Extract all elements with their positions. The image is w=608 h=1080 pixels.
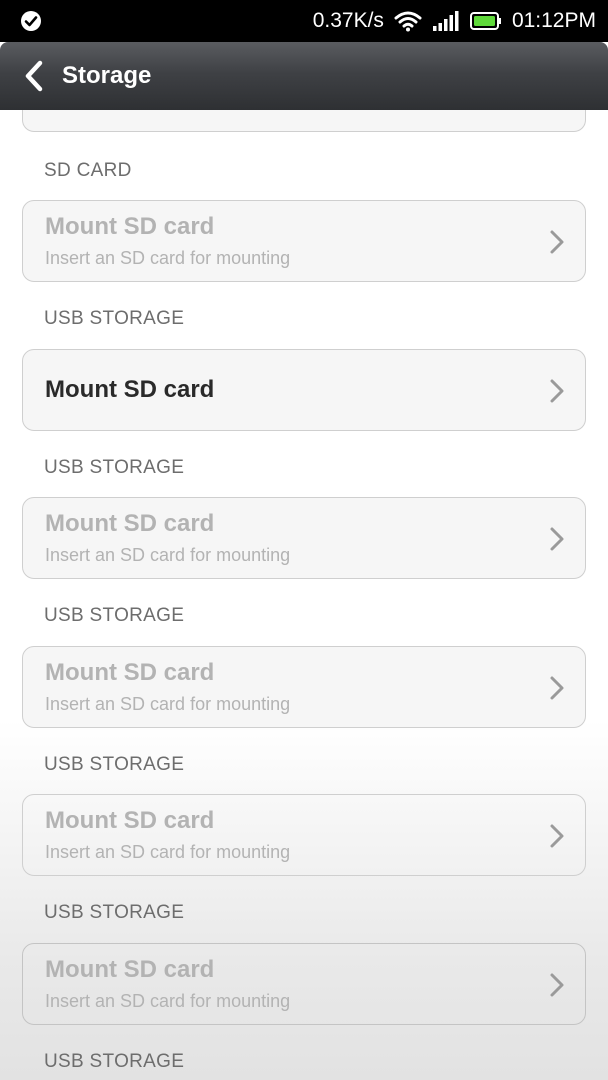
section-label-usb-storage: USB STORAGE xyxy=(44,308,185,329)
item-subtitle: Insert an SD card for mounting xyxy=(45,991,291,1011)
wifi-icon xyxy=(394,11,422,32)
item-subtitle: Insert an SD card for mounting xyxy=(45,694,291,714)
item-title: Mount SD card xyxy=(45,659,215,686)
check-circle-icon xyxy=(21,11,41,31)
chevron-right-icon xyxy=(550,379,564,403)
section-label-usb-storage: USB STORAGE xyxy=(44,902,185,923)
storage-list[interactable]: SD CARD Mount SD card Insert an SD card … xyxy=(0,110,608,1080)
section-label-usb-storage: USB STORAGE xyxy=(44,605,185,626)
mount-sd-card-item[interactable]: Mount SD card Insert an SD card for moun… xyxy=(22,200,586,282)
item-title: Mount SD card xyxy=(45,376,215,403)
status-bar: 0.37K/s 01:12PM xyxy=(0,0,608,42)
section-label-usb-storage: USB STORAGE xyxy=(44,1051,185,1072)
network-speed: 0.37K/s xyxy=(312,9,384,32)
chevron-right-icon xyxy=(550,676,564,700)
mount-sd-card-item[interactable]: Mount SD card xyxy=(22,349,586,431)
item-subtitle: Insert an SD card for mounting xyxy=(45,842,291,862)
section-label-sd-card: SD CARD xyxy=(44,160,132,181)
mount-sd-card-item[interactable]: Mount SD card Insert an SD card for moun… xyxy=(22,794,586,876)
mount-sd-card-item[interactable]: Mount SD card Insert an SD card for moun… xyxy=(22,646,586,728)
item-subtitle: Insert an SD card for mounting xyxy=(45,545,291,565)
item-title: Mount SD card xyxy=(45,807,215,834)
page-title: Storage xyxy=(62,62,152,89)
item-title: Mount SD card xyxy=(45,213,215,240)
app-header: Storage xyxy=(0,42,608,110)
signal-icon xyxy=(432,11,459,31)
section-label-usb-storage: USB STORAGE xyxy=(44,754,185,775)
list-item-partial[interactable] xyxy=(22,110,586,132)
chevron-right-icon xyxy=(550,824,564,848)
item-subtitle: Insert an SD card for mounting xyxy=(45,248,291,268)
back-button[interactable] xyxy=(16,54,52,98)
section-label-usb-storage: USB STORAGE xyxy=(44,457,185,478)
mount-sd-card-item[interactable]: Mount SD card Insert an SD card for moun… xyxy=(22,497,586,579)
clock: 01:12PM xyxy=(511,9,596,32)
chevron-right-icon xyxy=(550,230,564,254)
item-title: Mount SD card xyxy=(45,510,215,537)
battery-icon xyxy=(469,12,501,30)
chevron-right-icon xyxy=(550,527,564,551)
back-arrow-icon xyxy=(25,60,43,92)
item-title: Mount SD card xyxy=(45,956,215,983)
mount-sd-card-item[interactable]: Mount SD card Insert an SD card for moun… xyxy=(22,943,586,1025)
chevron-right-icon xyxy=(550,973,564,997)
